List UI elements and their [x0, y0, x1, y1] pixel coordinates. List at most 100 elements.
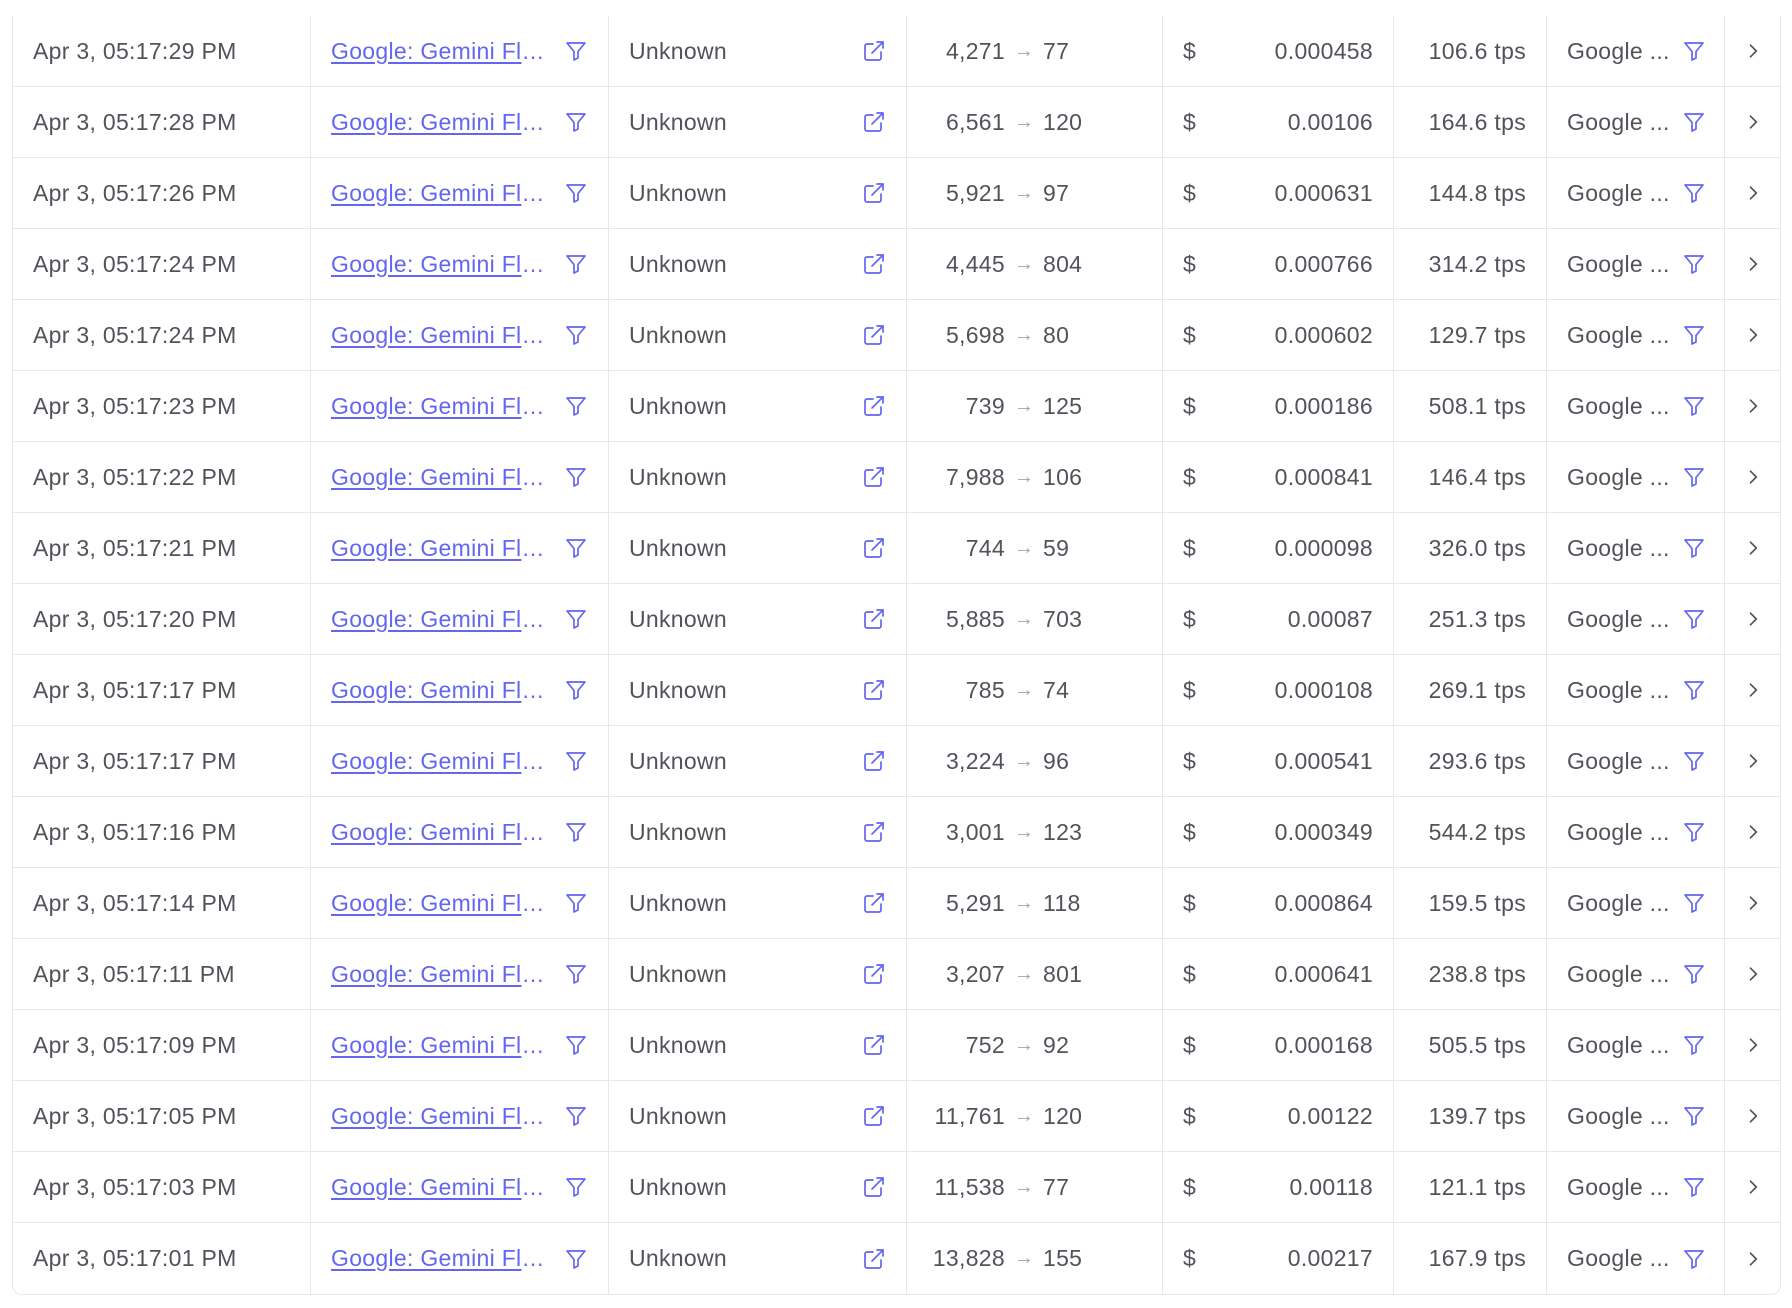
external-link-icon[interactable]	[862, 1104, 886, 1128]
external-link-icon[interactable]	[862, 607, 886, 631]
expand-row-button[interactable]	[1735, 309, 1771, 361]
provider-name: Google ...	[1567, 605, 1670, 632]
expand-row-button[interactable]	[1735, 522, 1771, 574]
arrow-right-icon: →	[1013, 1175, 1035, 1198]
model-link[interactable]: Google: Gemini Fla...	[331, 1245, 549, 1272]
model-link[interactable]: Google: Gemini Fla...	[331, 322, 549, 349]
filter-icon[interactable]	[564, 39, 588, 63]
filter-icon[interactable]	[1682, 962, 1706, 986]
expand-row-button[interactable]	[1735, 1019, 1771, 1071]
expand-row-button[interactable]	[1735, 451, 1771, 503]
filter-icon[interactable]	[564, 110, 588, 134]
expand-row-button[interactable]	[1735, 1090, 1771, 1142]
filter-icon[interactable]	[564, 891, 588, 915]
filter-icon[interactable]	[564, 181, 588, 205]
expand-row-button[interactable]	[1735, 948, 1771, 1000]
model-link[interactable]: Google: Gemini Fla...	[331, 819, 549, 846]
external-link-icon[interactable]	[862, 394, 886, 418]
filter-icon[interactable]	[1682, 465, 1706, 489]
expand-row-button[interactable]	[1735, 593, 1771, 645]
filter-icon[interactable]	[1682, 678, 1706, 702]
external-link-icon[interactable]	[862, 891, 886, 915]
filter-icon[interactable]	[564, 1033, 588, 1057]
expand-row-button[interactable]	[1735, 735, 1771, 787]
external-link-icon[interactable]	[862, 323, 886, 347]
filter-icon[interactable]	[564, 323, 588, 347]
timestamp-cell: Apr 3, 05:17:16 PM	[13, 797, 311, 867]
filter-icon[interactable]	[1682, 607, 1706, 631]
app-cell: Unknown	[609, 513, 907, 583]
filter-icon[interactable]	[564, 678, 588, 702]
external-link-icon[interactable]	[862, 962, 886, 986]
tokens-out: 703	[1043, 605, 1083, 632]
app-cell: Unknown	[609, 158, 907, 228]
filter-icon[interactable]	[1682, 252, 1706, 276]
external-link-icon[interactable]	[862, 536, 886, 560]
filter-icon[interactable]	[1682, 1175, 1706, 1199]
filter-icon[interactable]	[564, 607, 588, 631]
model-link[interactable]: Google: Gemini Fla...	[331, 748, 549, 775]
external-link-icon[interactable]	[862, 820, 886, 844]
filter-icon[interactable]	[564, 1104, 588, 1128]
external-link-icon[interactable]	[862, 110, 886, 134]
model-link[interactable]: Google: Gemini Fla...	[331, 890, 549, 917]
model-link[interactable]: Google: Gemini Fla...	[331, 606, 549, 633]
model-link[interactable]: Google: Gemini Fla...	[331, 38, 549, 65]
filter-icon[interactable]	[564, 962, 588, 986]
external-link-icon[interactable]	[862, 1175, 886, 1199]
filter-icon[interactable]	[1682, 394, 1706, 418]
model-link[interactable]: Google: Gemini Fla...	[331, 1174, 549, 1201]
model-link[interactable]: Google: Gemini Fla...	[331, 535, 549, 562]
external-link-icon[interactable]	[862, 678, 886, 702]
currency-symbol: $	[1183, 1173, 1197, 1200]
model-link[interactable]: Google: Gemini Fla...	[331, 251, 549, 278]
filter-icon[interactable]	[1682, 749, 1706, 773]
model-link[interactable]: Google: Gemini Fla...	[331, 1032, 549, 1059]
external-link-icon[interactable]	[862, 1247, 886, 1271]
filter-icon[interactable]	[564, 252, 588, 276]
filter-icon[interactable]	[1682, 536, 1706, 560]
filter-icon[interactable]	[564, 536, 588, 560]
filter-icon[interactable]	[1682, 1247, 1706, 1271]
expand-row-button[interactable]	[1735, 806, 1771, 858]
filter-icon[interactable]	[1682, 181, 1706, 205]
model-link[interactable]: Google: Gemini Fla...	[331, 677, 549, 704]
model-link[interactable]: Google: Gemini Fla...	[331, 180, 549, 207]
filter-icon[interactable]	[564, 1175, 588, 1199]
filter-icon[interactable]	[564, 820, 588, 844]
filter-icon[interactable]	[1682, 39, 1706, 63]
filter-icon[interactable]	[1682, 820, 1706, 844]
filter-icon[interactable]	[1682, 891, 1706, 915]
model-link[interactable]: Google: Gemini Fla...	[331, 1103, 549, 1130]
expand-row-button[interactable]	[1735, 167, 1771, 219]
expand-row-button[interactable]	[1735, 877, 1771, 929]
filter-icon[interactable]	[1682, 1104, 1706, 1128]
expand-row-button[interactable]	[1735, 25, 1771, 77]
expand-row-button[interactable]	[1735, 1161, 1771, 1213]
external-link-icon[interactable]	[862, 1033, 886, 1057]
filter-icon[interactable]	[1682, 110, 1706, 134]
model-link[interactable]: Google: Gemini Fla...	[331, 464, 549, 491]
model-link[interactable]: Google: Gemini Fla...	[331, 393, 549, 420]
expand-row-button[interactable]	[1735, 238, 1771, 290]
external-link-icon[interactable]	[862, 465, 886, 489]
expand-row-button[interactable]	[1735, 664, 1771, 716]
filter-icon[interactable]	[564, 1247, 588, 1271]
external-link-icon[interactable]	[862, 252, 886, 276]
filter-icon[interactable]	[564, 465, 588, 489]
tokens-out: 118	[1043, 889, 1081, 916]
expand-row-button[interactable]	[1735, 1233, 1771, 1285]
filter-icon[interactable]	[564, 749, 588, 773]
model-link[interactable]: Google: Gemini Fla...	[331, 961, 549, 988]
provider-cell: Google ...	[1547, 158, 1725, 228]
filter-icon[interactable]	[1682, 323, 1706, 347]
external-link-icon[interactable]	[862, 39, 886, 63]
external-link-icon[interactable]	[862, 749, 886, 773]
filter-icon[interactable]	[1682, 1033, 1706, 1057]
chevron-right-icon	[1749, 399, 1757, 413]
external-link-icon[interactable]	[862, 181, 886, 205]
model-link[interactable]: Google: Gemini Fla...	[331, 109, 549, 136]
expand-row-button[interactable]	[1735, 380, 1771, 432]
expand-row-button[interactable]	[1735, 96, 1771, 148]
filter-icon[interactable]	[564, 394, 588, 418]
